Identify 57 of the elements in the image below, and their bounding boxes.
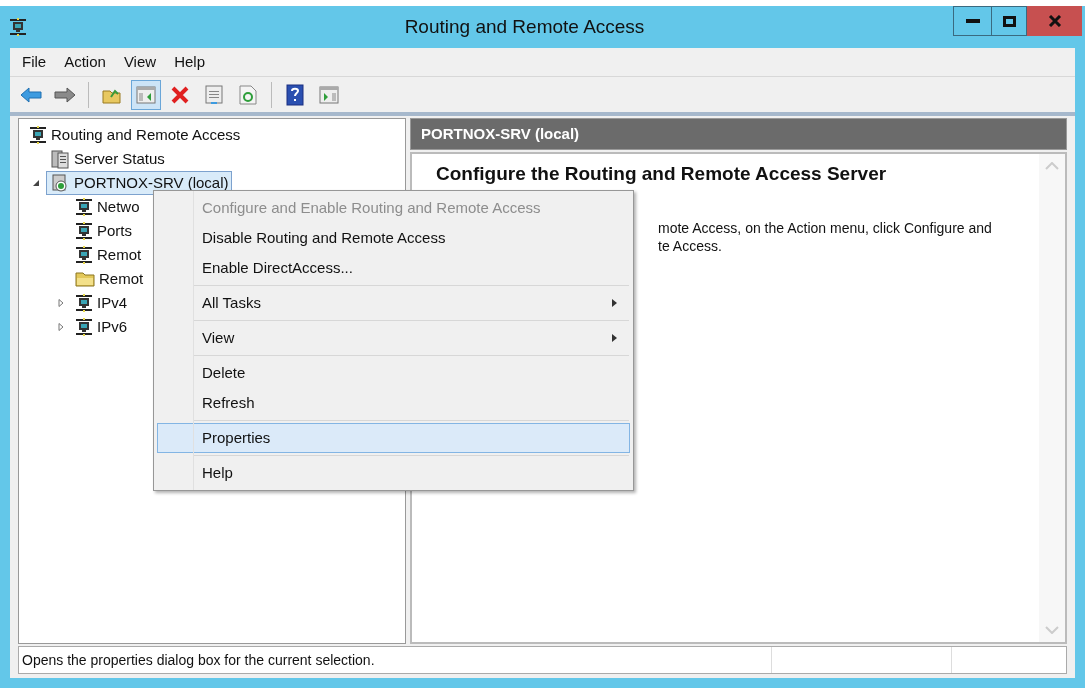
expanded-triangle-icon[interactable] — [32, 179, 40, 187]
menu-bar-item[interactable]: Action — [56, 50, 114, 74]
tree-item[interactable]: Server Status — [46, 147, 169, 171]
server-icon — [50, 149, 70, 169]
menu-item[interactable]: Help — [157, 458, 630, 488]
tree-item[interactable]: Remot — [71, 243, 146, 267]
tree-item[interactable]: Routing and Remote Access — [25, 123, 245, 147]
menu-bar-item[interactable]: File — [14, 50, 55, 74]
collapsed-triangle-icon[interactable] — [57, 299, 65, 307]
server-icon — [50, 173, 70, 193]
properties-icon — [205, 84, 223, 105]
delete-icon — [170, 84, 190, 105]
menu-item[interactable]: Enable DirectAccess... — [157, 253, 630, 283]
submenu-arrow-icon — [612, 299, 617, 307]
menu-bar-item[interactable]: Help — [166, 50, 213, 74]
collapsed-triangle-icon[interactable] — [57, 323, 65, 331]
details-text: te Access. — [658, 236, 723, 255]
network-computer-icon — [75, 246, 93, 264]
forward-arrow-icon — [54, 85, 76, 104]
status-text: Opens the properties dialog box for the current selection. — [21, 650, 376, 670]
scroll-down-icon — [1045, 626, 1059, 634]
menu-item[interactable]: View — [157, 323, 630, 353]
menu-item[interactable]: All Tasks — [157, 288, 630, 318]
network-computer-icon — [75, 294, 93, 312]
network-computer-icon — [75, 318, 93, 336]
back-arrow-icon — [20, 85, 42, 104]
close-icon — [1047, 15, 1062, 27]
minimize-icon — [965, 19, 980, 23]
panel-icon — [136, 85, 156, 104]
menu-bar-item[interactable]: View — [115, 50, 165, 74]
network-computer-icon — [75, 198, 93, 216]
details-text: mote Access, on the Action menu, click Configure and — [658, 218, 993, 237]
tree-item[interactable]: IPv4 — [71, 291, 131, 315]
tree-item[interactable]: Remot — [71, 267, 148, 291]
help-icon — [286, 83, 304, 106]
maximize-icon — [1002, 15, 1016, 27]
submenu-arrow-icon — [612, 334, 617, 342]
folder-icon — [75, 270, 95, 288]
menu-item[interactable]: Refresh — [157, 388, 630, 418]
panel-icon — [319, 85, 339, 104]
menu-item[interactable]: Disable Routing and Remote Access — [157, 223, 630, 253]
tree-item[interactable]: IPv6 — [71, 315, 131, 339]
tree-item[interactable]: PORTNOX-SRV (local) — [46, 171, 233, 195]
refresh-icon — [239, 84, 257, 105]
details-heading: Configure the Routing and Remote Access Server — [436, 162, 888, 186]
scroll-up-icon — [1045, 162, 1059, 170]
details-header: PORTNOX-SRV (local) — [410, 118, 1067, 150]
close-button[interactable] — [1027, 6, 1082, 36]
network-computer-icon — [9, 18, 27, 36]
minimize-button[interactable] — [953, 6, 992, 36]
tree-item[interactable]: Netwo — [71, 195, 144, 219]
tree-item[interactable]: Ports — [71, 219, 136, 243]
menu-item[interactable]: Delete — [157, 358, 630, 388]
network-computer-icon — [75, 222, 93, 240]
menu-item[interactable]: Properties — [157, 423, 630, 453]
network-computer-icon — [29, 126, 47, 144]
window-title: Routing and Remote Access — [403, 14, 646, 39]
